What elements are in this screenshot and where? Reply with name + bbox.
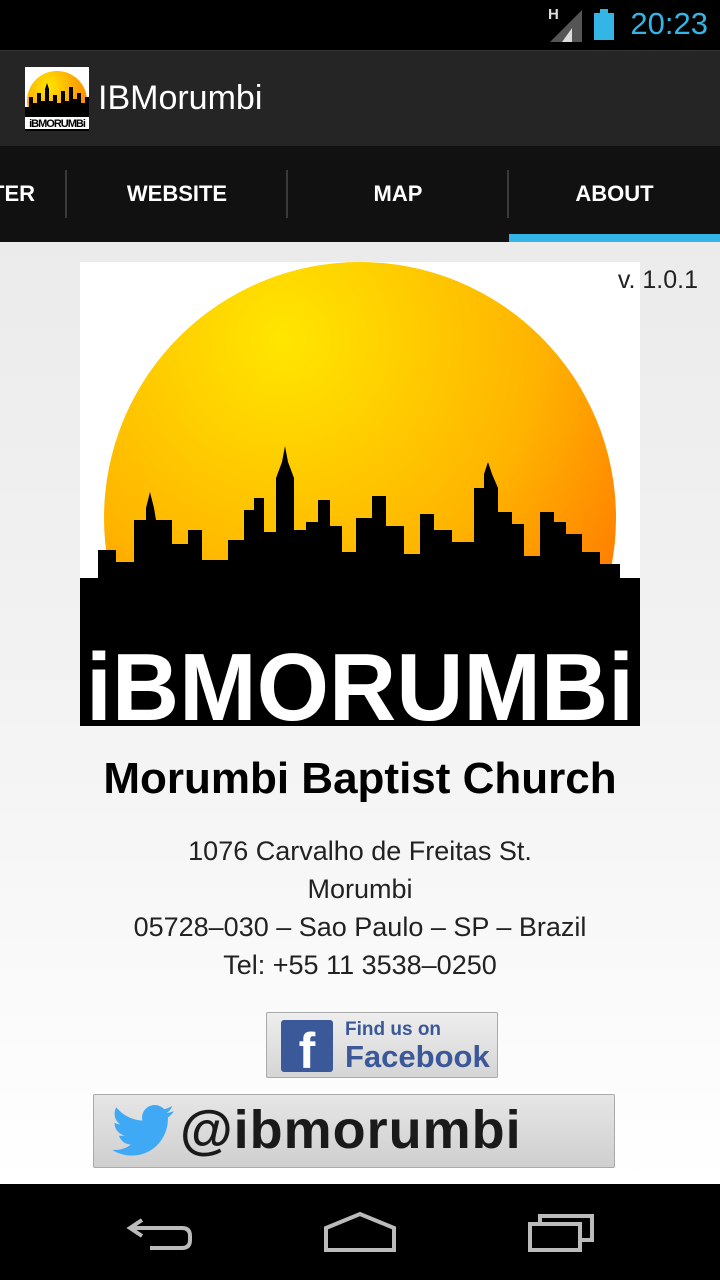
facebook-icon: f: [281, 1020, 333, 1072]
address-street: 1076 Carvalho de Freitas St.: [188, 836, 532, 866]
facebook-tagline: Find us on: [345, 1019, 442, 1040]
tab-twitter[interactable]: TER: [0, 146, 66, 242]
tab-label: TER: [0, 181, 35, 206]
svg-text:iBMORUMBi: iBMORUMBi: [29, 118, 86, 130]
tab-bar: TER WEBSITE MAP ABOUT: [0, 146, 720, 242]
back-icon[interactable]: [120, 1206, 200, 1258]
facebook-button[interactable]: f Find us on Facebook: [266, 1012, 498, 1078]
app-version: v. 1.0.1: [617, 266, 698, 294]
facebook-label: Facebook: [345, 1039, 490, 1074]
about-content: iBMORUMBi v. 1.0.1 Morumbi Baptist Churc…: [0, 242, 720, 1184]
church-logo: iBMORUMBi: [80, 262, 640, 774]
tab-about[interactable]: ABOUT: [509, 146, 720, 242]
church-name: Morumbi Baptist Church: [103, 754, 617, 803]
logo-wordmark: iBMORUMBi: [86, 634, 634, 726]
recent-apps-icon[interactable]: [520, 1206, 600, 1258]
twitter-handle: @ibmorumbi: [180, 1100, 522, 1160]
twitter-bird-icon: [112, 1105, 174, 1156]
address-city: 05728–030 – Sao Paulo – SP – Brazil: [133, 912, 587, 942]
home-icon[interactable]: [320, 1206, 400, 1258]
twitter-button[interactable]: @ibmorumbi: [93, 1094, 615, 1168]
status-bar: H 20:23: [0, 0, 720, 50]
navigation-bar: [0, 1184, 720, 1280]
church-address: 1076 Carvalho de Freitas St. Morumbi 057…: [0, 832, 720, 984]
ibmorumbi-logo-icon[interactable]: iBMORUMBi: [25, 67, 89, 131]
action-bar: iBMORUMBi IBMorumbi: [0, 50, 720, 146]
tab-label: MAP: [373, 181, 423, 206]
tab-map[interactable]: MAP: [288, 146, 508, 242]
tab-website[interactable]: WEBSITE: [67, 146, 287, 242]
battery-icon: [594, 9, 614, 40]
tab-label: WEBSITE: [126, 181, 228, 206]
tab-label: ABOUT: [575, 181, 654, 206]
selected-tab-indicator: [509, 234, 720, 242]
address-district: Morumbi: [307, 874, 413, 904]
phone-number[interactable]: Tel: +55 11 3538–0250: [0, 946, 720, 984]
clock: 20:23: [630, 6, 708, 41]
signal-icon: [550, 10, 582, 42]
app-title: IBMorumbi: [98, 79, 263, 117]
